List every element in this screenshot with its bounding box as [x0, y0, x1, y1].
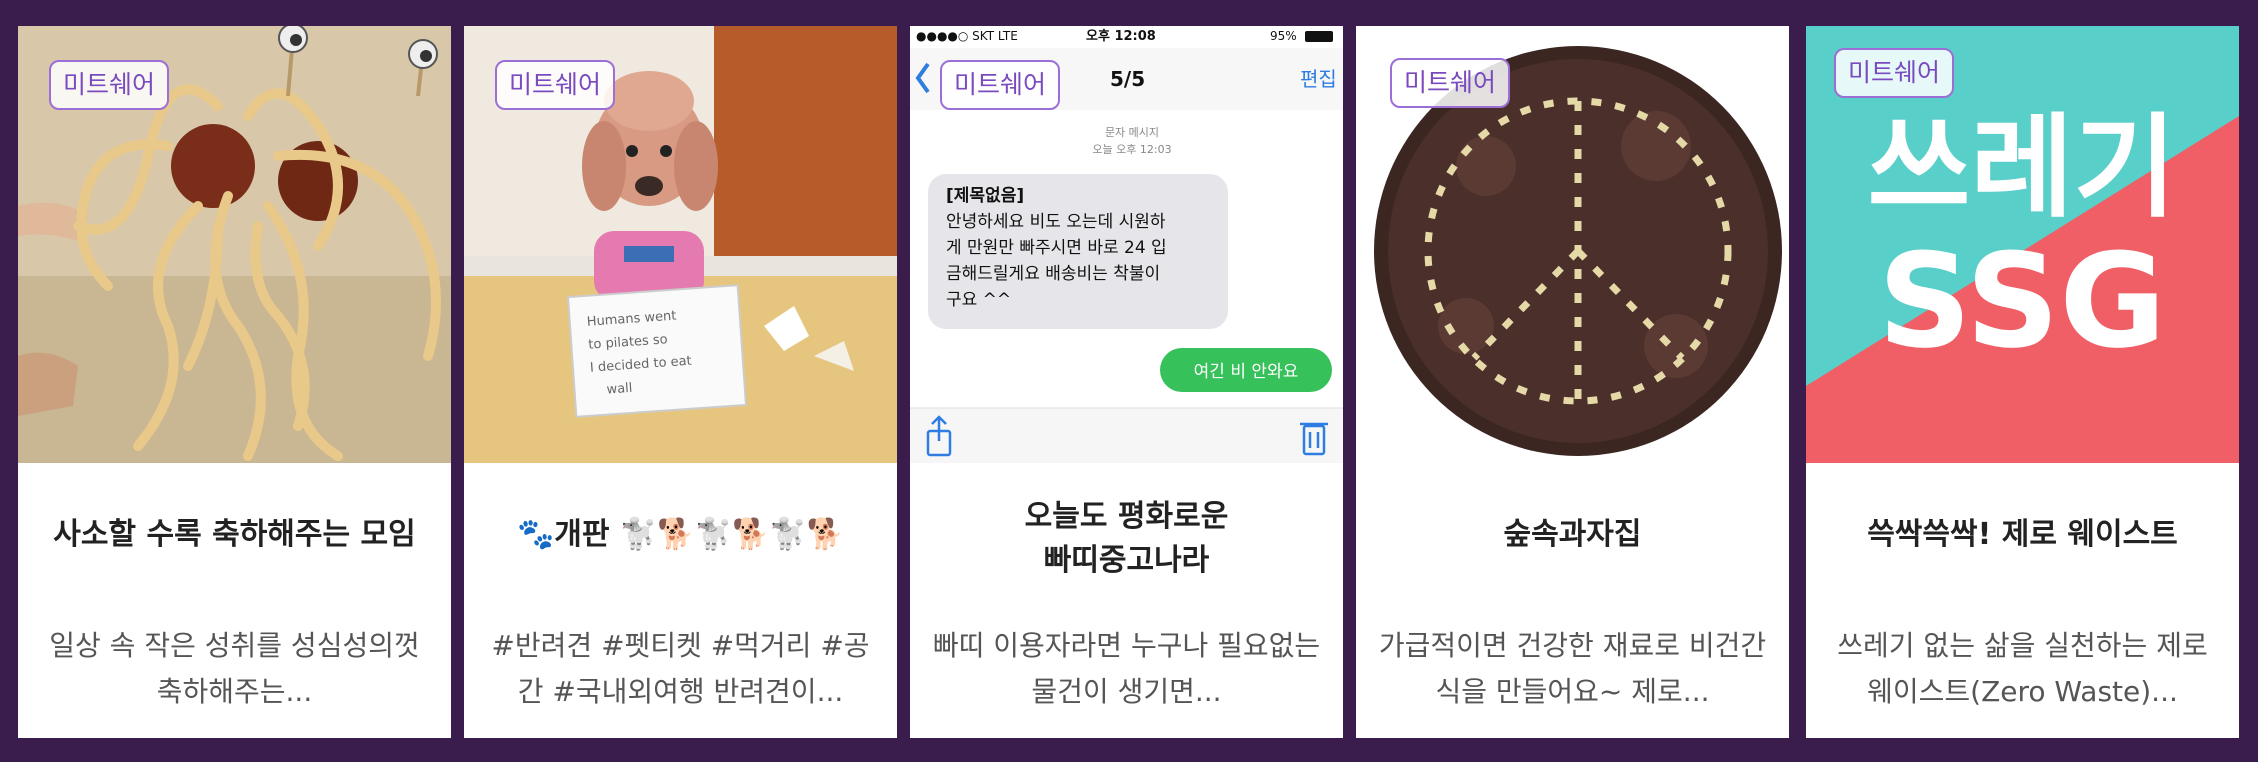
svg-text:문자 메시지: 문자 메시지 [1105, 126, 1159, 139]
group-card[interactable]: Humans went to pilates so I decided to e… [464, 26, 897, 738]
card-info: 오늘도 평화로운 빠띠중고나라 빠띠 이용자라면 누구나 필요없는 물건이 생기… [910, 463, 1343, 738]
card-title: 숲속과자집 [1503, 517, 1642, 552]
status-carrier: ●●●●○ SKT LTE [916, 29, 1018, 43]
svg-text:게 만원만 빠주시면 바로 24 입: 게 만원만 빠주시면 바로 24 입 [946, 238, 1167, 258]
card-title: 🐾개판 🐩🐕🐩🐕🐩🐕 [516, 517, 845, 552]
nav-edit: 편집 [1300, 67, 1337, 91]
svg-text:안녕하세요 비도 오는데 시원하: 안녕하세요 비도 오는데 시원하 [946, 212, 1166, 232]
tag-badge: 미트쉐어 [1834, 48, 1955, 98]
card-description: 빠띠 이용자라면 누구나 필요없는 물건이 생기면... [932, 629, 1321, 708]
svg-text:금해드릴게요 배송비는 착불이: 금해드릴게요 배송비는 착불이 [946, 264, 1160, 284]
tag-badge: 미트쉐어 [49, 60, 170, 110]
status-time: 오후 12:08 [1086, 28, 1156, 44]
svg-text:[제목없음]: [제목없음] [946, 186, 1024, 206]
poster-line2: SSG [1878, 225, 2166, 377]
group-card[interactable]: 쓰레기 SSG 미트쉐어 쓱싹쓱싹! 제로 웨이스트 쓰레기 없는 삶을 실천하… [1806, 26, 2239, 738]
group-card[interactable]: ●●●●○ SKT LTE 오후 12:08 95% 5/5 편집 문자 메시지… [910, 26, 1343, 738]
card-info: 🐾개판 🐩🐕🐩🐕🐩🐕 #반려견 #펫티켓 #먹거리 #공간 #국내외여행 반려견… [464, 463, 897, 738]
card-title: 사소할 수록 축하해주는 모임 [53, 517, 416, 552]
group-card-row: 미트쉐어 사소할 수록 축하해주는 모임 일상 속 작은 성취를 성심성의껏 축… [0, 0, 2258, 762]
card-title: 쓱싹쓱싹! 제로 웨이스트 [1867, 517, 2178, 552]
group-card[interactable]: 미트쉐어 숲속과자집 가급적이면 건강한 재료로 비건간식을 만들어요~ 제로.… [1356, 26, 1789, 738]
card-description: 쓰레기 없는 삶을 실천하는 제로 웨이스트(Zero Waste)... [1837, 629, 2208, 708]
card-thumbnail: 미트쉐어 [18, 26, 451, 463]
tag-badge: 미트쉐어 [495, 60, 616, 110]
card-info: 쓱싹쓱싹! 제로 웨이스트 쓰레기 없는 삶을 실천하는 제로 웨이스트(Zer… [1806, 463, 2239, 738]
poster-line1: 쓰레기 [1867, 103, 2176, 233]
group-card[interactable]: 미트쉐어 사소할 수록 축하해주는 모임 일상 속 작은 성취를 성심성의껏 축… [18, 26, 451, 738]
card-thumbnail: 쓰레기 SSG 미트쉐어 [1806, 26, 2239, 463]
outgoing-bubble: 여긴 비 안와요 [1194, 362, 1299, 382]
tag-badge: 미트쉐어 [940, 60, 1061, 110]
nav-title: 5/5 [1110, 67, 1145, 91]
status-battery: 95% [1270, 29, 1297, 43]
svg-text:구요 ^^: 구요 ^^ [946, 290, 1011, 310]
card-thumbnail: ●●●●○ SKT LTE 오후 12:08 95% 5/5 편집 문자 메시지… [910, 26, 1343, 463]
card-thumbnail: 미트쉐어 [1356, 26, 1789, 463]
card-description: 일상 속 작은 성취를 성심성의껏 축하해주는... [49, 629, 420, 708]
card-info: 숲속과자집 가급적이면 건강한 재료로 비건간식을 만들어요~ 제로... [1356, 463, 1789, 738]
card-description: 가급적이면 건강한 재료로 비건간식을 만들어요~ 제로... [1378, 629, 1767, 708]
card-title: 오늘도 평화로운 빠띠중고나라 [1024, 499, 1229, 578]
card-info: 사소할 수록 축하해주는 모임 일상 속 작은 성취를 성심성의껏 축하해주는.… [18, 463, 451, 738]
card-description: #반려견 #펫티켓 #먹거리 #공간 #국내외여행 반려견이... [491, 629, 870, 708]
svg-text:오늘 오후 12:03: 오늘 오후 12:03 [1092, 143, 1171, 156]
card-thumbnail: Humans went to pilates so I decided to e… [464, 26, 897, 463]
tag-badge: 미트쉐어 [1390, 58, 1511, 108]
svg-text:wall: wall [606, 381, 633, 398]
